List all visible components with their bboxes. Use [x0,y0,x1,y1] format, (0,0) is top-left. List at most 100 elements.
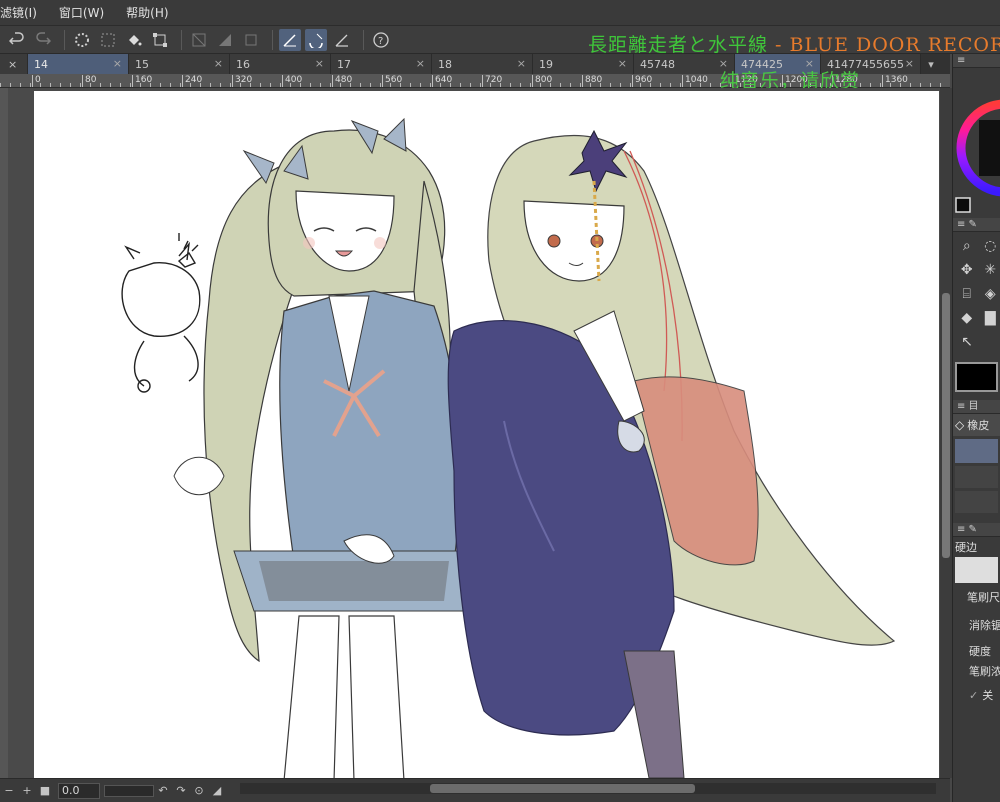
brush-tool-icon[interactable]: ⌸ [957,284,977,304]
zoom-stop-icon[interactable]: ■ [36,784,54,797]
snap-ruler-icon[interactable] [305,28,327,51]
close-icon[interactable]: × [113,57,122,70]
magic-wand-icon[interactable]: ✳ [981,260,1000,280]
close-icon[interactable]: × [315,57,324,70]
ruler-label: 320 [232,75,252,87]
selection-frame-icon[interactable] [240,29,262,51]
perspective-ruler-icon[interactable] [331,29,353,51]
tool-row: ⌕ ◌ [953,236,1000,256]
ruler-label: 800 [532,75,552,87]
lasso-icon[interactable]: ◌ [981,236,1000,256]
zoom-in-icon[interactable]: + [18,784,36,797]
clear-selection-icon[interactable] [97,29,119,51]
stabilizer-pen-icon[interactable] [279,28,301,51]
color-wheel-panel [953,68,1000,218]
color-wheel[interactable] [953,68,1000,218]
brush-preview[interactable] [955,466,998,488]
brush-density-label: 笔刷浓 [969,665,1000,678]
gradient-tool-icon[interactable]: ▇ [981,308,1000,328]
toolbar-divider [363,29,364,50]
checkbox-icon[interactable]: ✓ [969,689,978,702]
stroke-preview [955,557,998,583]
tab-label: 16 [236,57,250,71]
brush-size-label: 笔刷尺 [967,591,1000,604]
ruler-label: 720 [482,75,502,87]
ruler-label: 80 [82,75,96,87]
close-icon[interactable]: × [618,57,627,70]
close-icon[interactable]: × [905,57,914,70]
main-color-swatch[interactable] [955,362,998,392]
illustration-artwork [121,117,896,778]
tab-overflow-arrow-icon[interactable]: ▾ [921,54,941,74]
canvas-viewport[interactable] [0,88,940,778]
svg-text:?: ? [378,36,383,47]
zoom-slider[interactable] [104,784,154,797]
subtool-panel-header: ≡ 目 [953,400,1000,414]
off-label: 关 [982,689,994,702]
tool-panel-header: ≡ ✎ [953,218,1000,232]
fill-bucket-icon[interactable] [123,29,145,51]
magnifier-icon[interactable]: ⌕ [957,236,977,256]
clip-studio-window: 滤镜(I) 窗口(W) 帮助(H) ? 長距離走者と水平線 - BLUE DOO… [0,0,1000,802]
rotation-angle-icon[interactable]: ◢ [208,784,226,797]
vertical-scrollbar[interactable] [940,88,952,778]
tab-18[interactable]: 18 × [432,54,533,74]
zoom-out-icon[interactable]: − [0,784,18,797]
undo-icon[interactable] [6,29,28,51]
tab-19[interactable]: 19 × [533,54,634,74]
rotate-right-icon[interactable]: ↷ [172,784,190,797]
subtool-eraser[interactable]: ◇ 橡皮 [953,414,1000,436]
transform-icon[interactable] [149,29,171,51]
redo-icon[interactable] [32,29,54,51]
ruler-label: 640 [432,75,452,87]
menu-window[interactable]: 窗口(W) [59,4,104,21]
fill-selection-icon[interactable] [214,29,236,51]
operation-tool-icon[interactable]: ↖ [957,332,977,352]
tool-row: ↖ [953,332,1000,352]
crop-outside-icon[interactable] [188,29,210,51]
tab-16[interactable]: 16 × [230,54,331,74]
close-icon[interactable]: × [416,57,425,70]
vertical-ruler [0,88,8,778]
title-english: - BLUE DOOR RECORD [768,34,1000,56]
ruler-label: 1040 [682,75,708,87]
tab-17[interactable]: 17 × [331,54,432,74]
rotate-left-icon[interactable]: ↶ [154,784,172,797]
vertical-scroll-thumb[interactable] [942,293,950,558]
menubar: 滤镜(I) 窗口(W) 帮助(H) [0,0,1000,26]
ruler-label: 1360 [882,75,908,87]
menu-filter[interactable]: 滤镜(I) [0,4,37,21]
close-icon[interactable]: × [517,57,526,70]
toolbar-divider [181,29,182,50]
now-playing-title: 長距離走者と水平線 - BLUE DOOR RECORD [588,30,1000,57]
tool-row: ✥ ✳ [953,260,1000,280]
tab-close-leading[interactable]: × [0,54,28,74]
menu-help[interactable]: 帮助(H) [126,4,168,21]
reset-rotation-icon[interactable]: ⊙ [190,784,208,797]
tool-property-header: ≡ ✎ [953,523,1000,537]
fill-tool-icon[interactable]: ◆ [957,308,977,328]
ruler-label: 0 [32,75,41,87]
tab-label: 15 [135,57,149,71]
toolbar-divider [272,29,273,50]
ruler-label: 960 [632,75,652,87]
off-toggle[interactable]: ✓ 关 [953,679,1000,703]
tab-label: 19 [539,57,553,71]
tab-14[interactable]: 14 × [28,54,129,74]
tab-15[interactable]: 15 × [129,54,230,74]
horizontal-scrollbar[interactable] [240,783,936,794]
horizontal-scroll-thumb[interactable] [430,784,695,793]
tab-label: 17 [337,57,351,71]
hardness-label: 硬度 [969,645,991,658]
artwork-canvas[interactable] [34,91,939,778]
brush-preview-selected[interactable] [955,439,998,463]
close-icon[interactable]: × [214,57,223,70]
ruler-label: 560 [382,75,402,87]
help-chat-icon[interactable]: ? [370,29,392,51]
loading-spinner-icon[interactable] [71,29,93,51]
move-icon[interactable]: ✥ [957,260,977,280]
brush-preview[interactable] [955,491,998,513]
tab-label: 18 [438,57,452,71]
eraser-tool-icon[interactable]: ◈ [981,284,1000,304]
zoom-value-field[interactable]: 0.0 [58,782,100,799]
